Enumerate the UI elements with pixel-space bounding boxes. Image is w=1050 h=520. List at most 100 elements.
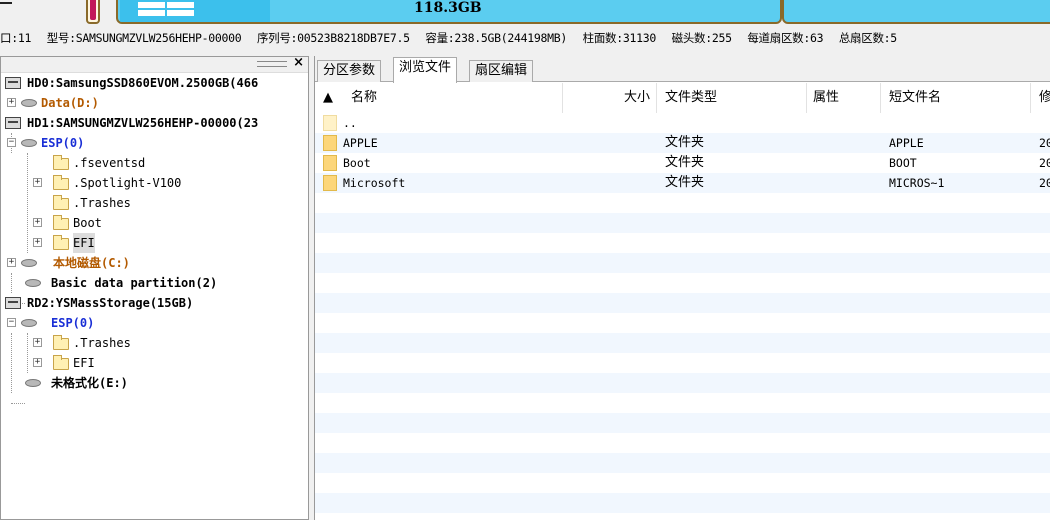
tab-sector-editor[interactable]: 扇区编辑 xyxy=(469,60,534,82)
tree-volume-esp-label: ESP(0) xyxy=(41,136,85,150)
volume-icon xyxy=(25,379,41,387)
next-partition-block[interactable] xyxy=(782,0,1050,24)
tree-folder-boot-label: Boot xyxy=(73,216,102,230)
tree-folder-rd2-trashes[interactable]: + .Trashes xyxy=(1,333,308,353)
info-serial: 序列号:00523B8218DB7E7.5 xyxy=(256,31,410,45)
tree-disk-hd1[interactable]: HD1:SAMSUNGMZVLW256HEHP-00000(23 xyxy=(1,113,308,133)
info-model: 型号:SAMSUNGMZVLW256HEHP-00000 xyxy=(46,31,242,45)
tree-folder-efi[interactable]: + EFI xyxy=(1,233,308,253)
expand-icon[interactable]: + xyxy=(7,258,16,267)
row-short-name: BOOT xyxy=(889,156,917,170)
column-header-attr[interactable]: 属性 xyxy=(807,83,881,113)
close-icon[interactable]: × xyxy=(293,55,304,70)
folder-icon xyxy=(53,215,69,230)
tree-folder-rd2-trashes-label: .Trashes xyxy=(73,336,131,350)
tree-folder-boot[interactable]: + Boot xyxy=(1,213,308,233)
row-short-name: MICROS~1 xyxy=(889,176,945,190)
expand-icon[interactable]: + xyxy=(33,178,42,187)
table-row[interactable]: Microsoft 文件夹 MICROS~1 20 xyxy=(315,173,1050,193)
sort-up-icon: ▲ xyxy=(323,90,333,105)
volume-icon xyxy=(21,319,37,327)
row-name: .. xyxy=(343,116,357,130)
tree-folder-efi-label: EFI xyxy=(73,233,95,253)
disk-bar-marker xyxy=(0,2,12,4)
row-type: 文件夹 xyxy=(665,175,705,190)
disk-bar-left xyxy=(0,0,82,26)
collapse-icon[interactable]: − xyxy=(7,138,16,147)
column-header-short[interactable]: 短文件名 xyxy=(881,83,1031,113)
row-name: Boot xyxy=(343,156,371,170)
small-partition-fill xyxy=(90,0,96,20)
file-grid-rows: .. APPLE 文件夹 APPLE 20 Boot 文件夹 BOOT 20 M… xyxy=(315,113,1050,193)
info-capacity: 容量:238.5GB(244198MB) xyxy=(425,31,568,45)
expand-icon[interactable]: + xyxy=(7,98,16,107)
column-attr-label: 属性 xyxy=(813,90,840,105)
tab-browse-files[interactable]: 浏览文件 xyxy=(393,57,458,83)
tree-disk-hd0-label: HD0:SamsungSSD860EVOM.2500GB(466 xyxy=(27,76,259,90)
tree-disk-hd0[interactable]: HD0:SamsungSSD860EVOM.2500GB(466 xyxy=(1,73,308,93)
tree-volume-local-c[interactable]: + 本地磁盘(C:) xyxy=(1,253,308,273)
windows-logo-icon xyxy=(138,2,194,16)
table-row[interactable]: Boot 文件夹 BOOT 20 xyxy=(315,153,1050,173)
folder-icon xyxy=(53,235,69,250)
info-total-sectors: 总扇区数:5 xyxy=(838,31,897,45)
expand-icon[interactable]: + xyxy=(33,238,42,247)
expand-icon[interactable]: + xyxy=(33,218,42,227)
expand-icon[interactable]: + xyxy=(33,358,42,367)
column-header-type[interactable]: 文件类型 xyxy=(657,83,807,113)
tree-folder-fseventsd[interactable]: .fseventsd xyxy=(1,153,308,173)
tree-disk-rd2[interactable]: RD2:YSMassStorage(15GB) xyxy=(1,293,308,313)
tree-volume-rd2-esp-label: ESP(0) xyxy=(51,316,95,330)
row-modified: 20 xyxy=(1039,136,1050,150)
tree-volume-unformatted[interactable]: 未格式化(E:) xyxy=(1,373,308,393)
panel-grip-handle[interactable] xyxy=(257,61,287,67)
tree-volume-basic-data[interactable]: Basic data partition(2) xyxy=(1,273,308,293)
column-type-label: 文件类型 xyxy=(665,90,718,105)
table-row[interactable]: APPLE 文件夹 APPLE 20 xyxy=(315,133,1050,153)
column-header-modified[interactable]: 修 xyxy=(1031,83,1050,113)
column-name-label: 名称 xyxy=(351,90,378,105)
column-header-size[interactable]: 大小 xyxy=(563,83,657,113)
column-header-name[interactable]: ▲ 名称 xyxy=(315,83,563,113)
tree-volume-rd2-esp[interactable]: − ESP(0) xyxy=(1,313,308,333)
tree-folder-rd2-efi-label: EFI xyxy=(73,356,95,370)
folder-icon xyxy=(323,135,337,151)
tree-volume-data[interactable]: + Data(D:) xyxy=(1,93,308,113)
folder-icon xyxy=(53,355,69,370)
hard-disk-icon xyxy=(5,117,21,129)
removable-disk-icon xyxy=(5,297,21,309)
folder-icon xyxy=(53,335,69,350)
volume-icon xyxy=(21,139,37,147)
info-cylinders: 柱面数:31130 xyxy=(582,31,657,45)
column-modified-label: 修 xyxy=(1039,90,1050,105)
tree-volume-basic-data-label: Basic data partition(2) xyxy=(51,276,218,290)
collapse-icon[interactable]: − xyxy=(7,318,16,327)
tab-bar: 分区参数 浏览文件 扇区编辑 xyxy=(315,56,1050,83)
disk-tree: HD0:SamsungSSD860EVOM.2500GB(466 + Data(… xyxy=(1,73,308,404)
disk-tree-panel: × HD0:SamsungSSD860EVOM.2500GB(466 + Dat… xyxy=(0,55,309,520)
row-type: 文件夹 xyxy=(665,135,705,150)
tree-folder-rd2-efi[interactable]: + EFI xyxy=(1,353,308,373)
tree-folder-fseventsd-label: .fseventsd xyxy=(73,156,146,170)
expand-icon[interactable]: + xyxy=(33,338,42,347)
tree-volume-esp[interactable]: − ESP(0) xyxy=(1,133,308,153)
tab-partition-params[interactable]: 分区参数 xyxy=(317,60,382,82)
tree-disk-hd1-label: HD1:SAMSUNGMZVLW256HEHP-00000(23 xyxy=(27,116,259,130)
tree-volume-data-label: Data(D:) xyxy=(41,96,99,110)
tree-folder-spotlight[interactable]: + .Spotlight-V100 xyxy=(1,173,308,193)
row-short-name: APPLE xyxy=(889,136,924,150)
tree-folder-spotlight-label: .Spotlight-V100 xyxy=(73,176,182,190)
file-grid-header: ▲ 名称 大小 文件类型 属性 短文件名 修 xyxy=(315,83,1050,113)
file-browser-panel: 分区参数 浏览文件 扇区编辑 ▲ 名称 大小 文件类型 属性 短文件名 修 .. xyxy=(314,56,1050,520)
small-partition-block[interactable] xyxy=(86,0,100,24)
folder-icon xyxy=(323,175,337,191)
folder-icon xyxy=(53,195,69,210)
tree-volume-local-c-label: 本地磁盘(C:) xyxy=(53,256,130,270)
main-partition-block[interactable]: 118.3GB xyxy=(116,0,782,24)
volume-icon xyxy=(21,99,37,107)
disk-info-line: 口:11 型号:SAMSUNGMZVLW256HEHP-00000 序列号:00… xyxy=(0,27,1050,49)
table-row[interactable]: .. xyxy=(315,113,1050,133)
tree-folder-trashes[interactable]: .Trashes xyxy=(1,193,308,213)
folder-icon xyxy=(53,155,69,170)
column-short-label: 短文件名 xyxy=(889,90,942,105)
